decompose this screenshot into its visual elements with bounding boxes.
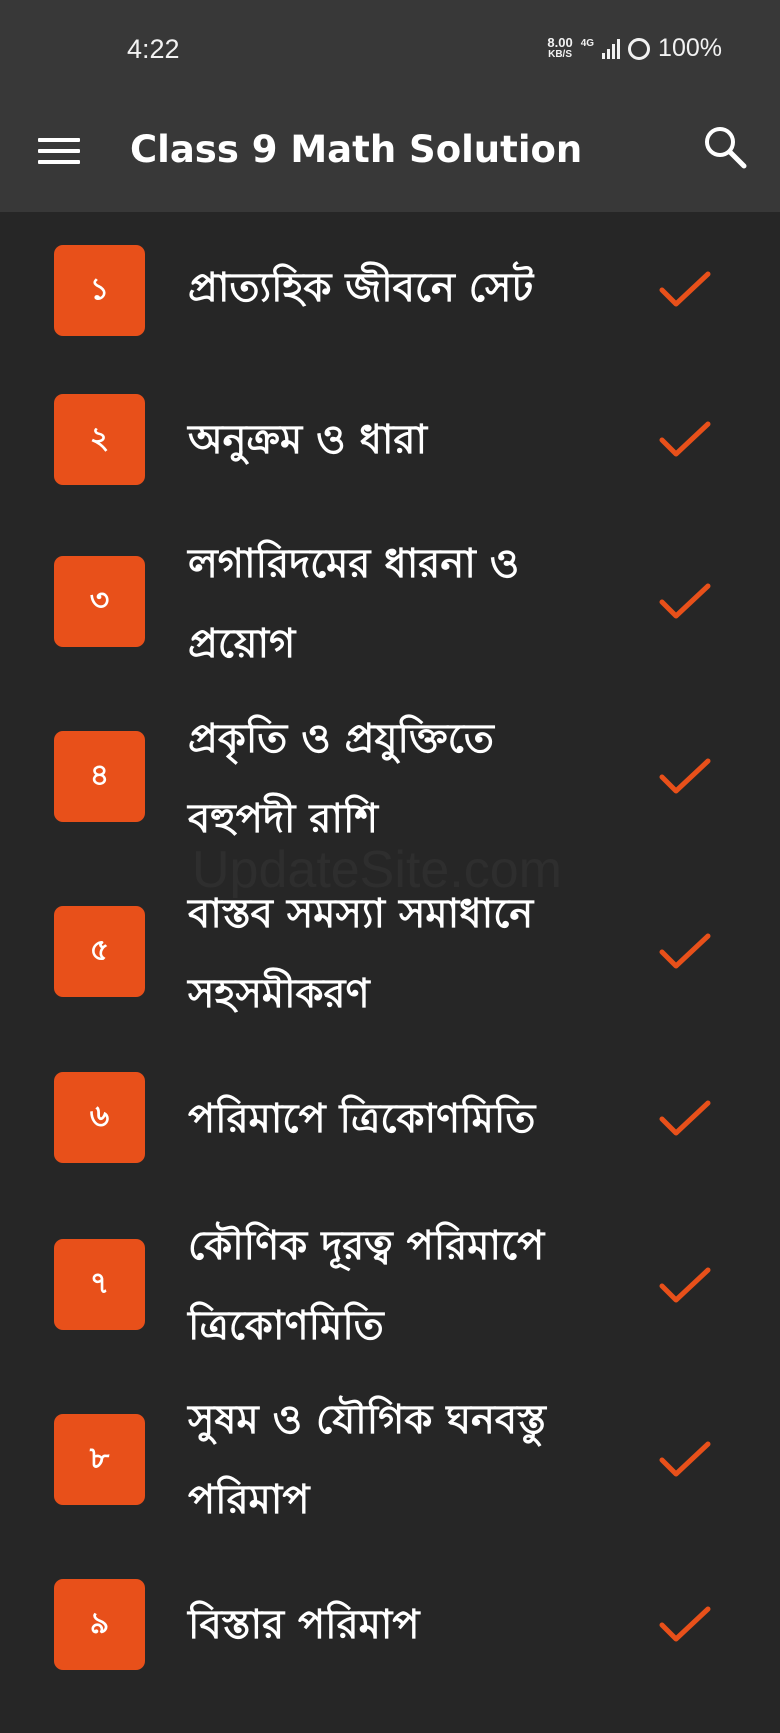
chapter-item[interactable]: ২ অনুক্রম ও ধারা xyxy=(0,364,780,516)
chapter-number-badge: ৫ xyxy=(54,906,145,997)
chapter-title: প্রাত্যহিক জীবনে সেট xyxy=(188,265,534,311)
check-icon xyxy=(659,933,711,969)
check-icon xyxy=(659,1606,711,1642)
battery-level: 100% xyxy=(658,34,722,62)
chapter-title: সুষম ও যৌগিক ঘনবস্তু পরিমাপ xyxy=(188,1397,546,1523)
chapter-title: অনুক্রম ও ধারা xyxy=(188,417,428,463)
chapter-item[interactable]: ৪ প্রকৃতি ও প্রযুক্তিতে বহুপদী রাশি xyxy=(0,691,780,866)
check-icon xyxy=(659,271,711,307)
search-icon[interactable] xyxy=(700,122,750,172)
network-speed: 8.00 KB/S xyxy=(547,34,573,61)
chapter-number-badge: ৯ xyxy=(54,1579,145,1670)
check-icon xyxy=(659,1441,711,1477)
check-icon xyxy=(659,1267,711,1303)
chapter-item[interactable]: ৬ পরিমাপে ত্রিকোণমিতি xyxy=(0,1041,780,1196)
status-icons: 8.00 KB/S 4G 100% xyxy=(547,34,722,63)
battery-icon xyxy=(628,37,651,60)
check-icon xyxy=(659,758,711,794)
status-bar: 4:22 8.00 KB/S 4G 100% xyxy=(0,0,780,100)
check-icon xyxy=(659,1100,711,1136)
network-speed-unit: KB/S xyxy=(548,48,572,60)
chapter-title: পরিমাপে ত্রিকোণমিতি xyxy=(188,1096,536,1142)
signal-icon xyxy=(602,38,621,59)
chapter-number-badge: ৬ xyxy=(54,1072,145,1163)
chapter-item[interactable]: ৩ লগারিদমের ধারনা ও প্রয়োগ xyxy=(0,516,780,691)
chapter-number-badge: ৮ xyxy=(54,1414,145,1505)
chapter-number-badge: ৩ xyxy=(54,556,145,647)
app-title: Class 9 Math Solution xyxy=(130,128,583,171)
chapter-number-badge: ১ xyxy=(54,245,145,336)
chapter-title: কৌণিক দূরত্ব পরিমাপে ত্রিকোণমিতি xyxy=(188,1223,545,1349)
chapter-title: লগারিদমের ধারনা ও প্রয়োগ xyxy=(188,541,520,667)
chapter-title: প্রকৃতি ও প্রযুক্তিতে বহুপদী রাশি xyxy=(188,716,494,842)
app-bar: Class 9 Math Solution xyxy=(0,100,780,212)
chapter-item[interactable]: ১ প্রাত্যহিক জীবনে সেট xyxy=(0,212,780,364)
chapter-list: ১ প্রাত্যহিক জীবনে সেট ২ অনুক্রম ও ধারা … xyxy=(0,212,780,1697)
check-icon xyxy=(659,583,711,619)
check-icon xyxy=(659,421,711,457)
chapter-number-badge: ২ xyxy=(54,394,145,485)
chapter-number-badge: ৪ xyxy=(54,731,145,822)
chapter-title: বাস্তব সমস্যা সমাধানে সহসমীকরণ xyxy=(188,891,534,1017)
menu-icon[interactable] xyxy=(38,128,84,174)
network-speed-value: 8.00 xyxy=(547,34,573,50)
status-time: 4:22 xyxy=(127,34,180,64)
chapter-item[interactable]: ৯ বিস্তার পরিমাপ xyxy=(0,1547,780,1697)
chapter-item[interactable]: ৮ সুষম ও যৌগিক ঘনবস্তু পরিমাপ xyxy=(0,1374,780,1547)
chapter-title: বিস্তার পরিমাপ xyxy=(188,1602,420,1648)
chapter-number-badge: ৭ xyxy=(54,1239,145,1330)
chapter-item[interactable]: ৭ কৌণিক দূরত্ব পরিমাপে ত্রিকোণমিতি xyxy=(0,1196,780,1374)
network-type: 4G xyxy=(580,38,595,49)
chapter-item[interactable]: ৫ বাস্তব সমস্যা সমাধানে সহসমীকরণ xyxy=(0,866,780,1041)
